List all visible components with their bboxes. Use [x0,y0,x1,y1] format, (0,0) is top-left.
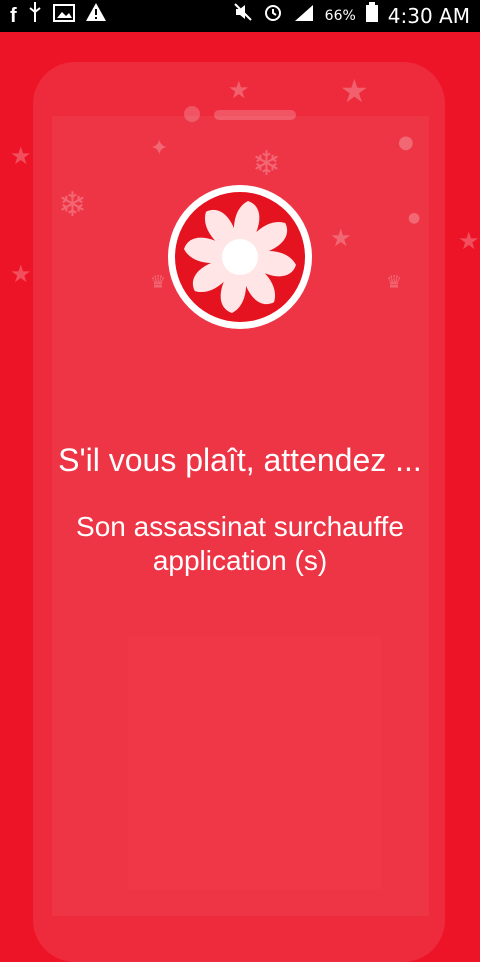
star-icon: ★ [458,227,480,255]
star-icon: ★ [228,76,250,104]
phone-camera [184,106,200,122]
facebook-icon: f [10,5,17,27]
crown-icon: ♛ [386,272,403,293]
battery-icon [365,0,378,32]
dot-icon: ● [398,132,414,153]
warning-icon [85,0,107,32]
wait-title: S'il vous plaît, attendez ... [58,442,422,478]
status-bar: f 66% 4:30 AM [0,0,480,32]
mute-icon [233,0,253,32]
star-icon: ★ [340,72,369,110]
usb-icon [27,0,43,32]
star-icon: ★ [330,224,352,252]
wait-subtitle: Son assassinat surchauffe application (s… [76,511,404,576]
battery-percent: 66% [324,8,356,24]
phone-speaker [214,110,296,120]
star-icon: ✦ [150,136,169,161]
clock: 4:30 AM [387,4,470,28]
image-icon [52,0,75,32]
dot-icon: ● [408,210,421,226]
cooler-fan-icon [166,183,314,331]
status-bar-left: f [0,0,117,32]
alarm-icon [263,0,283,32]
signal-icon [293,0,315,32]
snowflake-icon: ❄ [58,185,87,225]
star-icon: ★ [10,142,32,170]
status-bar-right: 66% 4:30 AM [223,0,480,32]
snowflake-icon: ❄ [252,144,281,184]
star-icon: ★ [10,260,32,288]
crown-icon: ♛ [150,272,167,293]
